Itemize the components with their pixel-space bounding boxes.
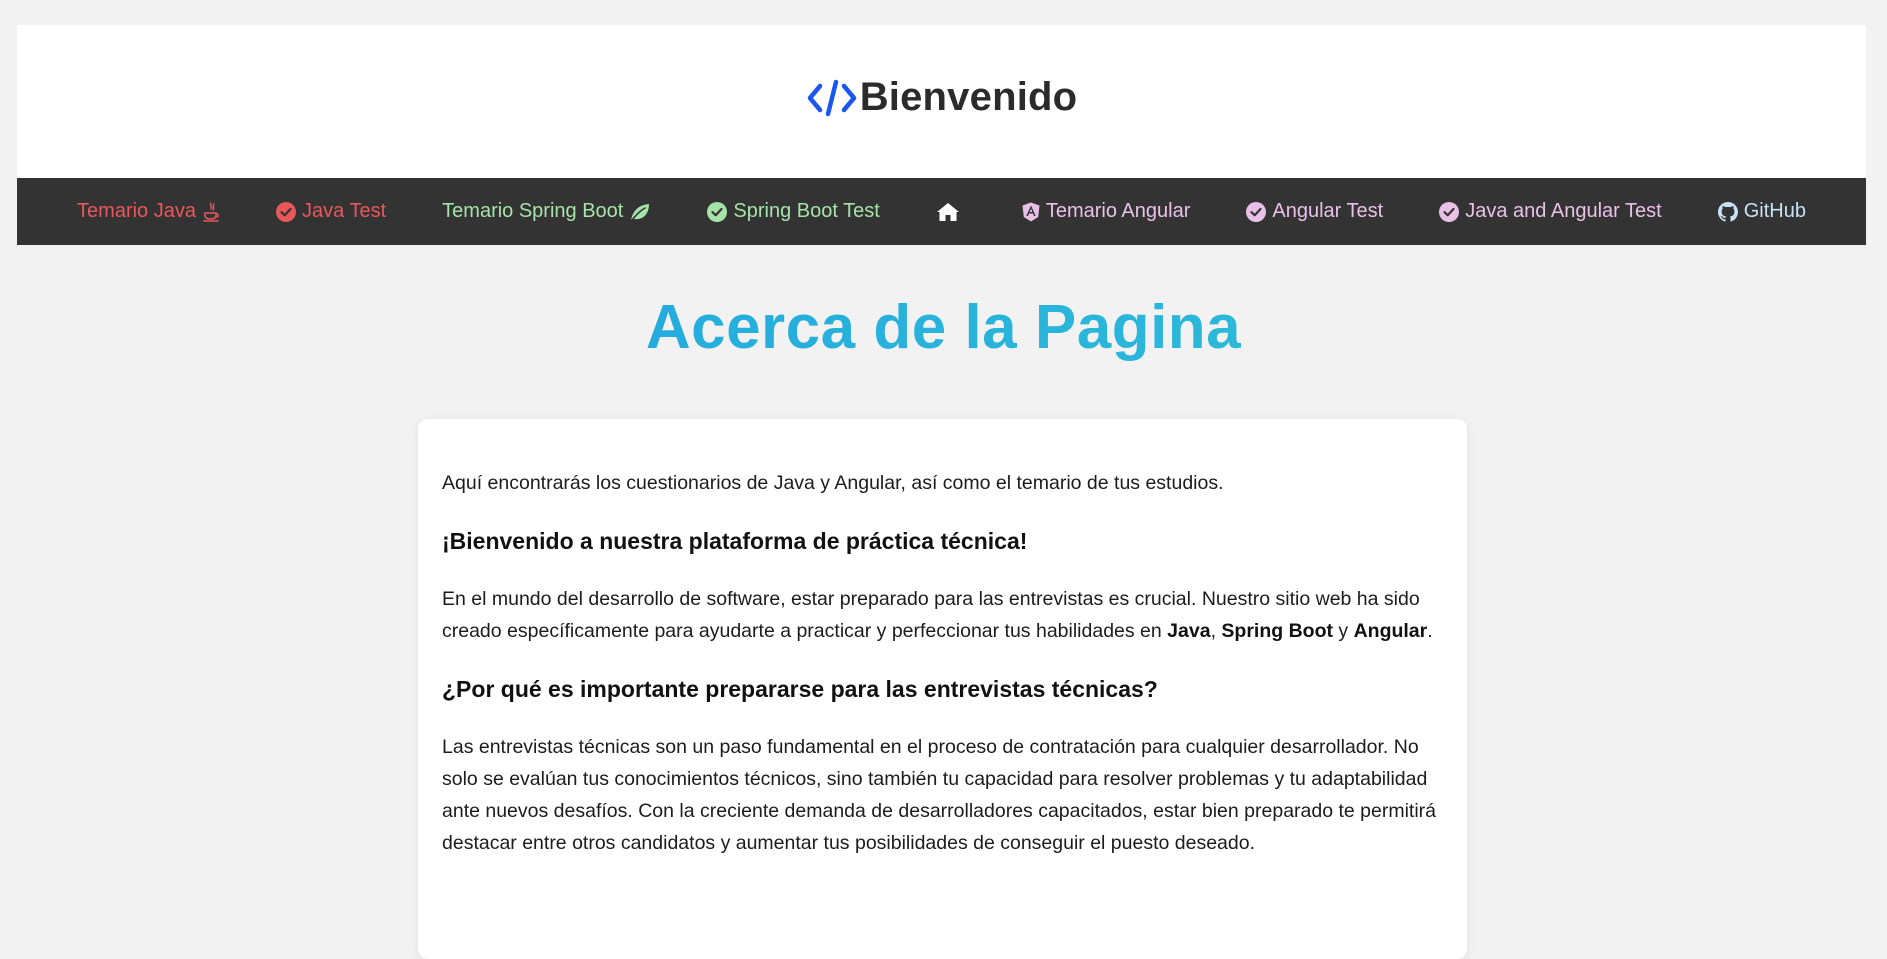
site-header: Bienvenido (17, 25, 1866, 178)
nav-github[interactable]: GitHub (1717, 200, 1806, 223)
code-brackets-icon (807, 79, 856, 116)
about-card: Aquí encontrarás los cuestionarios de Ja… (418, 419, 1467, 959)
check-circle-icon (276, 201, 296, 222)
period: . (1427, 620, 1433, 642)
nav-java-angular-test[interactable]: Java and Angular Test (1439, 200, 1662, 223)
nav-angular-test[interactable]: Angular Test (1246, 200, 1383, 223)
nav-temario-java[interactable]: Temario Java (77, 200, 220, 223)
nav-temario-spring-boot[interactable]: Temario Spring Boot (442, 200, 651, 223)
leaf-icon (631, 203, 650, 221)
nav-label: Spring Boot Test (733, 200, 880, 222)
nav-label: GitHub (1743, 200, 1806, 222)
bold-spring-boot: Spring Boot (1221, 620, 1333, 642)
check-circle-icon (1246, 201, 1267, 222)
home-icon (936, 202, 959, 221)
angular-shield-icon (1022, 202, 1040, 221)
nav-label: Temario Spring Boot (442, 200, 624, 222)
bold-angular: Angular (1353, 620, 1428, 642)
nav-label: Temario Java (77, 200, 196, 222)
nav-temario-angular[interactable]: Temario Angular (1022, 200, 1191, 223)
java-cup-icon (203, 201, 219, 222)
nav-label: Angular Test (1272, 200, 1384, 222)
check-circle-icon (707, 201, 728, 222)
nav-java-test[interactable]: Java Test (276, 200, 386, 223)
separator: y (1332, 620, 1354, 642)
site-title: Bienvenido (859, 75, 1078, 119)
welcome-heading: ¡Bienvenido a nuestra plataforma de prác… (442, 528, 1028, 554)
why-heading: ¿Por qué es importante prepararse para l… (442, 676, 1158, 702)
nav-home[interactable] (936, 202, 966, 222)
intro-text: Aquí encontrarás los cuestionarios de Ja… (442, 472, 1224, 494)
github-icon (1717, 201, 1738, 222)
nav-label: Java Test (302, 200, 387, 222)
brand: Bienvenido (806, 75, 1078, 120)
world-paragraph: En el mundo del desarrollo de software, … (442, 583, 1443, 647)
nav-label: Java and Angular Test (1465, 200, 1662, 222)
bold-java: Java (1167, 620, 1211, 642)
check-circle-icon (1439, 201, 1460, 222)
main-navbar: Temario Java Java Test Temario Spring Bo… (17, 178, 1866, 245)
separator: , (1210, 620, 1222, 642)
page-title: Acerca de la Pagina (0, 292, 1887, 363)
why-paragraph: Las entrevistas técnicas son un paso fun… (442, 736, 1437, 854)
nav-label: Temario Angular (1045, 200, 1191, 222)
nav-spring-boot-test[interactable]: Spring Boot Test (707, 200, 880, 223)
